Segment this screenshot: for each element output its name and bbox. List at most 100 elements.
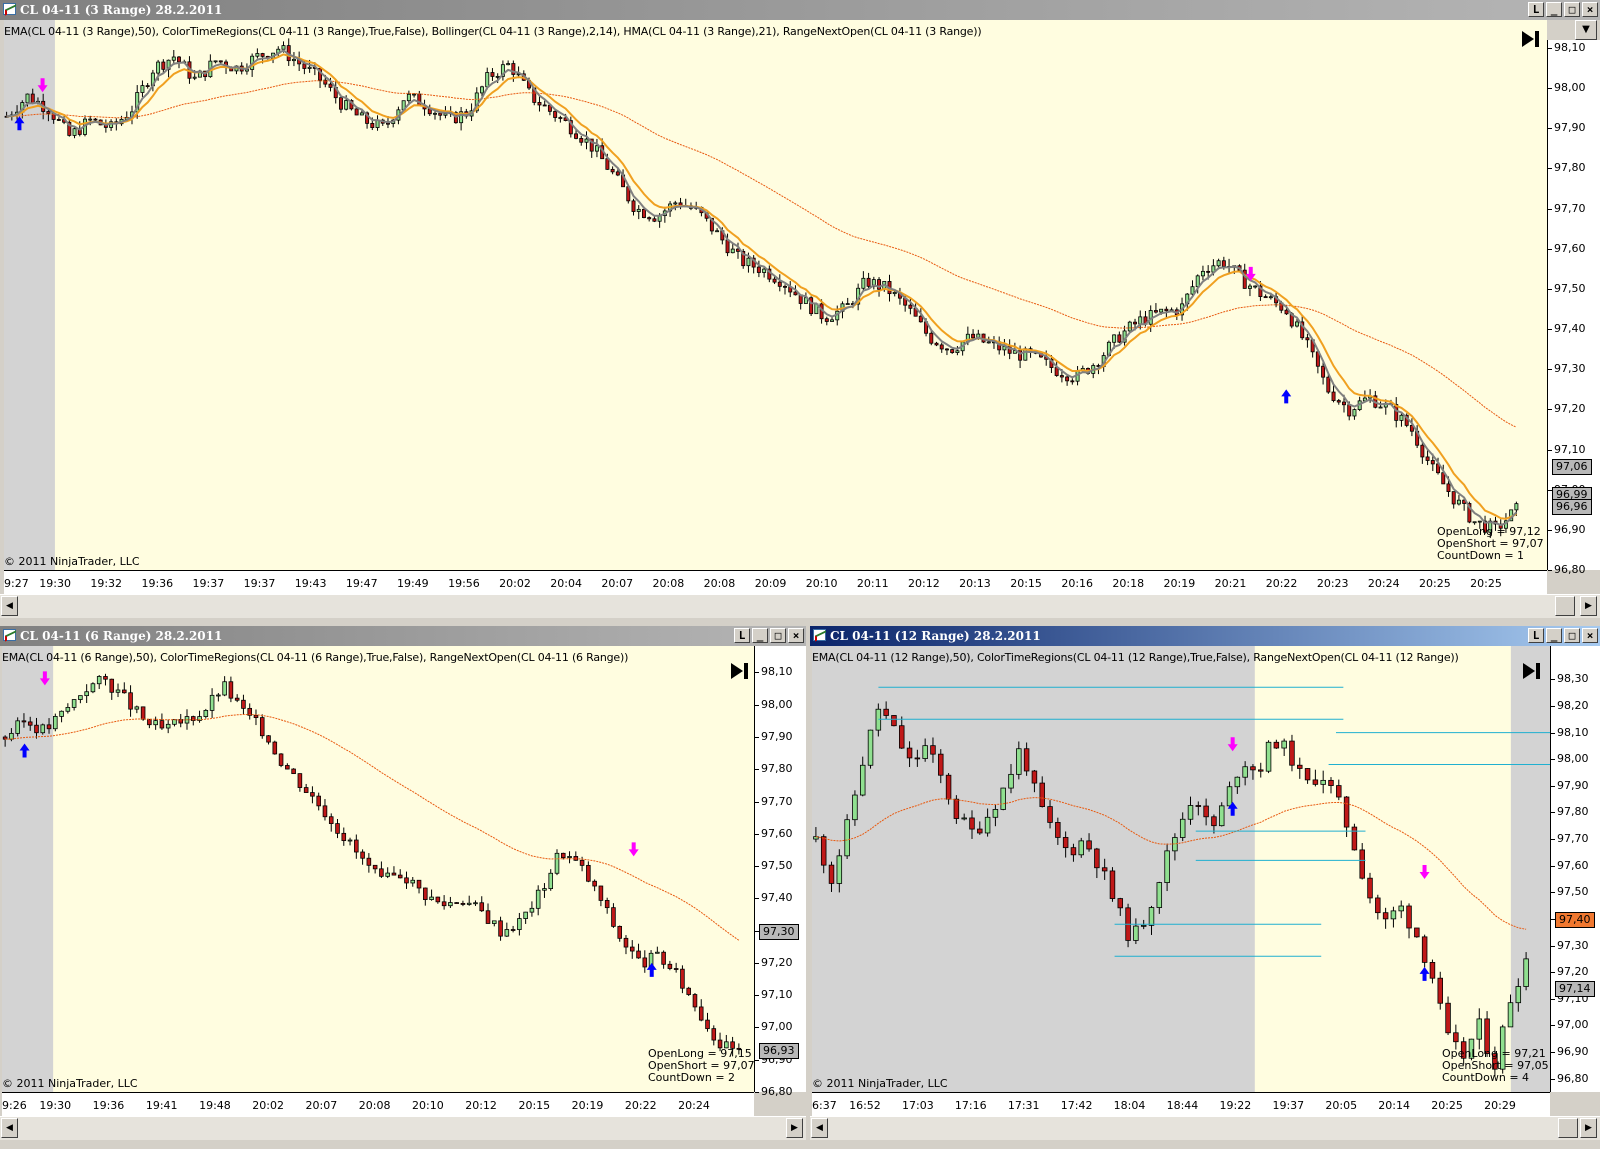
close-button[interactable]: × [1582, 2, 1598, 17]
candle [504, 922, 510, 937]
maximize-button[interactable]: □ [1564, 2, 1580, 17]
candle [197, 710, 202, 723]
top-horizontal-scrollbar[interactable]: ◀ ▶ [0, 594, 1600, 618]
candle [1328, 777, 1334, 794]
close-button[interactable]: × [1582, 628, 1598, 643]
candle [1000, 787, 1006, 811]
candle [228, 676, 234, 703]
right-chart-window[interactable]: CL 04-11 (12 Range) 28.2.2011 L _ □ × EM… [810, 626, 1600, 1149]
goto-end-icon[interactable] [728, 660, 750, 682]
time-tick: 20:10 [411, 1099, 444, 1112]
left-price-axis[interactable]: 98,10 98,00 97,90 97,80 97,70 97,60 97,50 97,40… [754, 646, 806, 1098]
candle [328, 813, 334, 832]
left-chart-plot[interactable]: EMA(CL 04-11 (6 Range),50), ColorTimeReg… [2, 646, 754, 1092]
goto-end-icon[interactable] [1519, 28, 1541, 50]
candle [617, 925, 622, 942]
close-button[interactable]: × [788, 628, 804, 643]
scroll-left-icon[interactable]: ◀ [811, 1118, 828, 1138]
time-tick: 20:02 [252, 1099, 284, 1112]
candle [809, 296, 814, 317]
candle [429, 889, 434, 901]
right-horizontal-scrollbar[interactable]: ◀ ▶ [810, 1116, 1600, 1140]
candle [1425, 450, 1430, 466]
left-chart-window[interactable]: CL 04-11 (6 Range) 28.2.2011 L _ □ × EMA… [0, 626, 806, 1149]
left-chart-titlebar[interactable]: CL 04-11 (6 Range) 28.2.2011 L _ □ × [0, 626, 806, 646]
candle [1070, 378, 1075, 385]
candle [506, 60, 511, 66]
right-price-axis[interactable]: 98,30 98,20 98,10 98,00 97,90 97,80 97,70 97,60… [1550, 646, 1600, 1092]
chart-icon [3, 3, 16, 15]
candle [1445, 996, 1451, 1036]
right-chart-titlebar[interactable]: CL 04-11 (12 Range) 28.2.2011 L _ □ × [810, 626, 1600, 646]
candle [897, 287, 902, 305]
right-chart-plot[interactable]: EMA(CL 04-11 (12 Range),50), ColorTimeRe… [812, 646, 1550, 1092]
maximize-button[interactable]: □ [770, 628, 786, 643]
time-tick: 20:05 [1325, 1099, 1358, 1112]
candle [636, 943, 641, 959]
chevron-down-icon[interactable]: ▼ [1575, 20, 1597, 40]
sell-arrow-icon [628, 842, 639, 857]
tile-icon[interactable]: L [1528, 628, 1544, 643]
top-chart-titlebar[interactable]: CL 04-11 (3 Range) 28.2.2011 L _ □ × [0, 0, 1600, 20]
goto-end-icon[interactable] [1520, 660, 1542, 682]
time-tick: 20:15 [1010, 577, 1042, 590]
candle [1002, 339, 1007, 356]
candle [631, 198, 636, 216]
candle [934, 341, 939, 347]
price-tick: 97,50 [1548, 281, 1586, 295]
candle [1273, 739, 1280, 749]
candle [1456, 495, 1461, 506]
minimize-button[interactable]: _ [1546, 2, 1562, 17]
scroll-thumb[interactable] [1558, 1118, 1578, 1138]
candle [579, 135, 584, 146]
top-chart-plot[interactable]: EMA(CL 04-11 (3 Range),50), ColorTimeReg… [4, 20, 1547, 570]
time-tick: 20:13 [959, 577, 991, 590]
scroll-thumb[interactable] [1555, 596, 1575, 616]
candle [427, 104, 432, 116]
candle [341, 827, 347, 846]
price-tick: 98,30 [1551, 672, 1589, 686]
candle [360, 849, 365, 865]
scroll-right-icon[interactable]: ▶ [1580, 1118, 1597, 1138]
candle [354, 834, 359, 859]
last-price-tag: 97,40 [1555, 911, 1595, 928]
candle [498, 916, 503, 941]
candle [460, 900, 466, 907]
minimize-button[interactable]: _ [752, 628, 768, 643]
right-stats: OpenLong = 97,21 OpenShort = 97,05 Count… [1442, 1047, 1549, 1084]
maximize-button[interactable]: □ [1564, 628, 1580, 643]
right-time-axis[interactable]: 6:37 16:52 17:03 17:16 17:31 17:42 18:04 18:44 1… [812, 1092, 1550, 1116]
top-chart-window[interactable]: CL 04-11 (3 Range) 28.2.2011 L _ □ × EMA… [0, 0, 1600, 618]
candle [366, 853, 372, 873]
time-tick: 20:18 [1112, 577, 1145, 590]
candle [517, 912, 522, 936]
candle [466, 895, 472, 906]
scroll-left-icon[interactable]: ◀ [1, 1118, 18, 1138]
candle [692, 992, 698, 1012]
candle [316, 792, 321, 811]
buy-arrow-icon [646, 962, 657, 977]
candle [798, 294, 803, 310]
candle [203, 708, 209, 719]
left-time-axis[interactable]: 9:26 19:30 19:36 19:41 19:48 20:02 20:07 20:08 2… [2, 1092, 754, 1116]
scroll-left-icon[interactable]: ◀ [1, 596, 18, 616]
scroll-right-icon[interactable]: ▶ [1580, 596, 1597, 616]
price-tick: 97,30 [1548, 362, 1586, 376]
scroll-right-icon[interactable]: ▶ [786, 1118, 803, 1138]
price-tick: 97,50 [755, 859, 793, 873]
candle [844, 814, 850, 860]
time-tick: 19:36 [92, 1099, 125, 1112]
time-tick: 20:24 [1367, 577, 1400, 590]
time-tick: 20:08 [703, 577, 736, 590]
minimize-button[interactable]: _ [1546, 628, 1562, 643]
price-tick: 97,10 [755, 988, 793, 1002]
candle [1414, 927, 1420, 938]
time-tick: 20:11 [856, 577, 889, 590]
top-price-axis[interactable]: 98,10 98,00 97,90 97,80 97,70 97,60 97,50 97,40… [1547, 40, 1600, 576]
left-horizontal-scrollbar[interactable]: ◀ ▶ [0, 1116, 806, 1140]
tile-icon[interactable]: L [734, 628, 750, 643]
candle [1227, 258, 1232, 274]
top-time-axis[interactable]: 9:27 19:30 19:32 19:36 19:37 19:37 19:43 19:47 1… [4, 570, 1547, 594]
tile-icon[interactable]: L [1528, 2, 1544, 17]
candle [490, 68, 495, 81]
